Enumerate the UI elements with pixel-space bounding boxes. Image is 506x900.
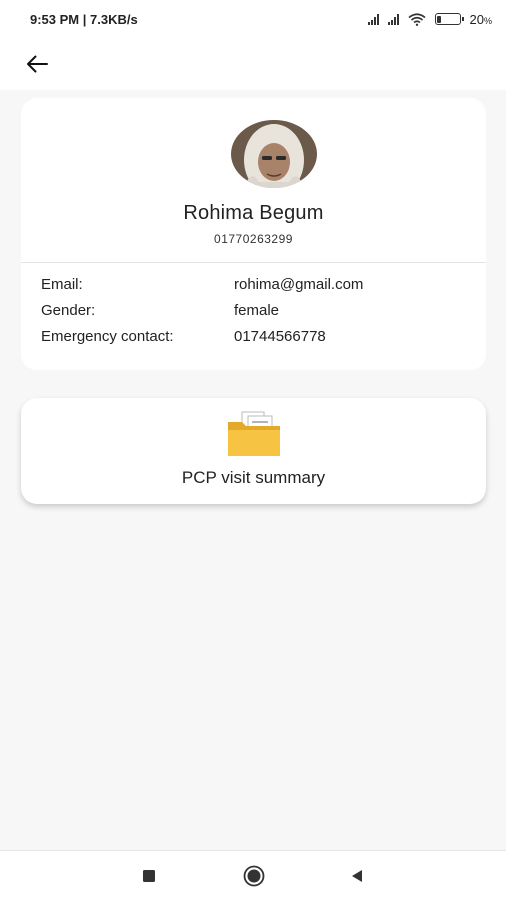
email-label: Email:: [41, 276, 83, 293]
nav-back-button[interactable]: [346, 865, 368, 887]
battery-icon: [434, 13, 464, 25]
triangle-back-icon: [352, 870, 362, 882]
emergency-contact-value: 01744566778: [234, 328, 326, 345]
home-button[interactable]: [243, 865, 265, 887]
status-time-speed: 9:53 PM | 7.3KB/s: [30, 11, 138, 27]
emergency-contact-label: Emergency contact:: [41, 328, 174, 345]
wifi-icon: [408, 12, 426, 26]
square-icon: [143, 870, 155, 882]
profile-name: Rohima Begum: [183, 202, 324, 224]
divider: [21, 262, 486, 263]
signal-icon-2: [387, 13, 399, 25]
info-row-gender: Gender: female: [41, 302, 471, 324]
gender-label: Gender:: [41, 302, 96, 319]
folder-icon: [228, 411, 280, 456]
avatar: [231, 120, 317, 188]
profile-card: Rohima Begum 01770263299 Email: rohima@g…: [21, 98, 486, 370]
app-bar: [0, 38, 506, 90]
arrow-left-icon: [27, 55, 48, 73]
info-row-emergency-contact: Emergency contact: 01744566778: [41, 328, 471, 350]
navigation-bar: [0, 850, 506, 900]
pcp-visit-summary-card[interactable]: PCP visit summary: [21, 398, 486, 504]
info-row-email: Email: rohima@gmail.com: [41, 276, 471, 298]
gender-value: female: [234, 302, 280, 319]
battery-percent: 20%: [469, 11, 492, 27]
circle-icon: [243, 865, 265, 887]
email-value: rohima@gmail.com: [234, 276, 364, 293]
signal-icon: [367, 13, 379, 25]
profile-phone: 01770263299: [214, 232, 293, 246]
status-bar: 9:53 PM | 7.3KB/s 20%: [0, 0, 506, 38]
status-icons: 20%: [367, 11, 492, 27]
back-button[interactable]: [22, 49, 52, 79]
pcp-visit-summary-label: PCP visit summary: [181, 468, 326, 487]
recent-apps-button[interactable]: [138, 865, 160, 887]
